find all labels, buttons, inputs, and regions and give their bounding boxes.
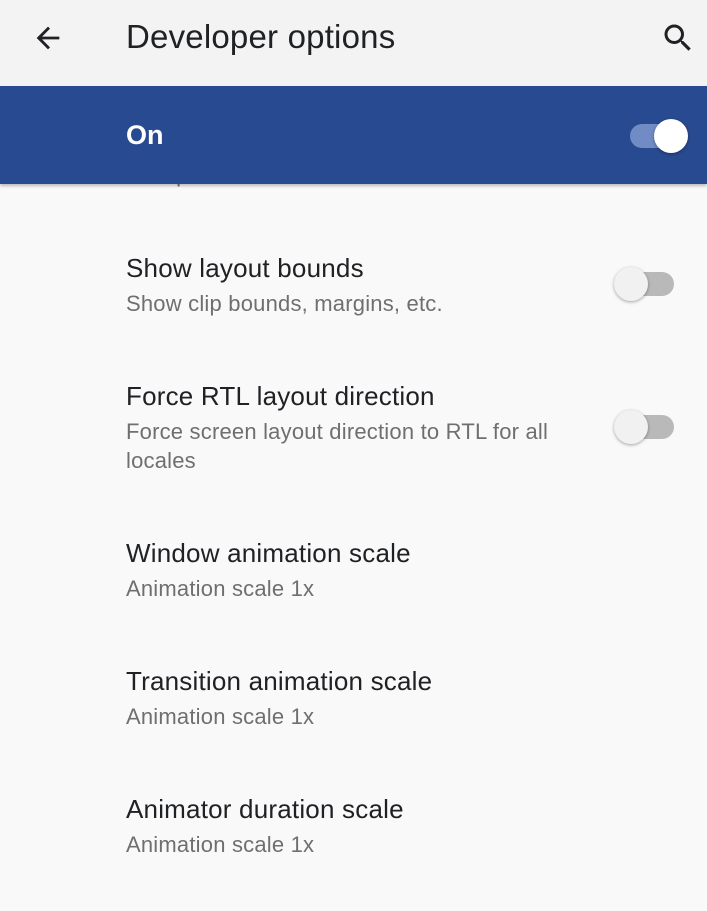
pref-transition-animation-scale[interactable]: Transition animation scale Animation sca… [0,666,707,746]
pref-animator-duration-scale[interactable]: Animator duration scale Animation scale … [0,794,707,874]
master-switch-bar[interactable]: On [0,86,707,184]
force-rtl-toggle[interactable] [614,401,678,453]
toggle-thumb [614,410,648,444]
developer-options-screen: Developer options On are updated Show la… [0,0,707,911]
pref-title: Force RTL layout direction [126,381,435,411]
pref-title: Animator duration scale [126,794,404,824]
search-icon [664,24,691,51]
toggle-thumb [614,267,648,301]
pref-title: Window animation scale [126,538,411,568]
pref-summary: Force screen layout direction to RTL for… [126,419,549,473]
pref-window-animation-scale[interactable]: Window animation scale Animation scale 1… [0,538,707,618]
pref-title: Transition animation scale [126,666,433,696]
pref-summary: Animation scale 1x [126,576,315,601]
page-title: Developer options [126,18,396,55]
arrow-left-icon [36,26,60,50]
back-button[interactable] [22,12,74,64]
pref-summary: Animation scale 1x [126,704,315,729]
app-bar: Developer options [0,0,707,86]
toggle-thumb [654,119,688,153]
pref-summary: Show clip bounds, margins, etc. [126,291,443,316]
search-button[interactable] [652,12,704,64]
master-toggle[interactable] [630,110,688,162]
pref-force-rtl[interactable]: Force RTL layout direction Force screen … [0,381,707,491]
master-switch-label: On [126,120,164,150]
pref-summary: Animation scale 1x [126,832,315,857]
pref-title: Show layout bounds [126,253,364,283]
pref-show-layout-bounds[interactable]: Show layout bounds Show clip bounds, mar… [0,253,707,343]
show-layout-bounds-toggle[interactable] [614,258,678,310]
